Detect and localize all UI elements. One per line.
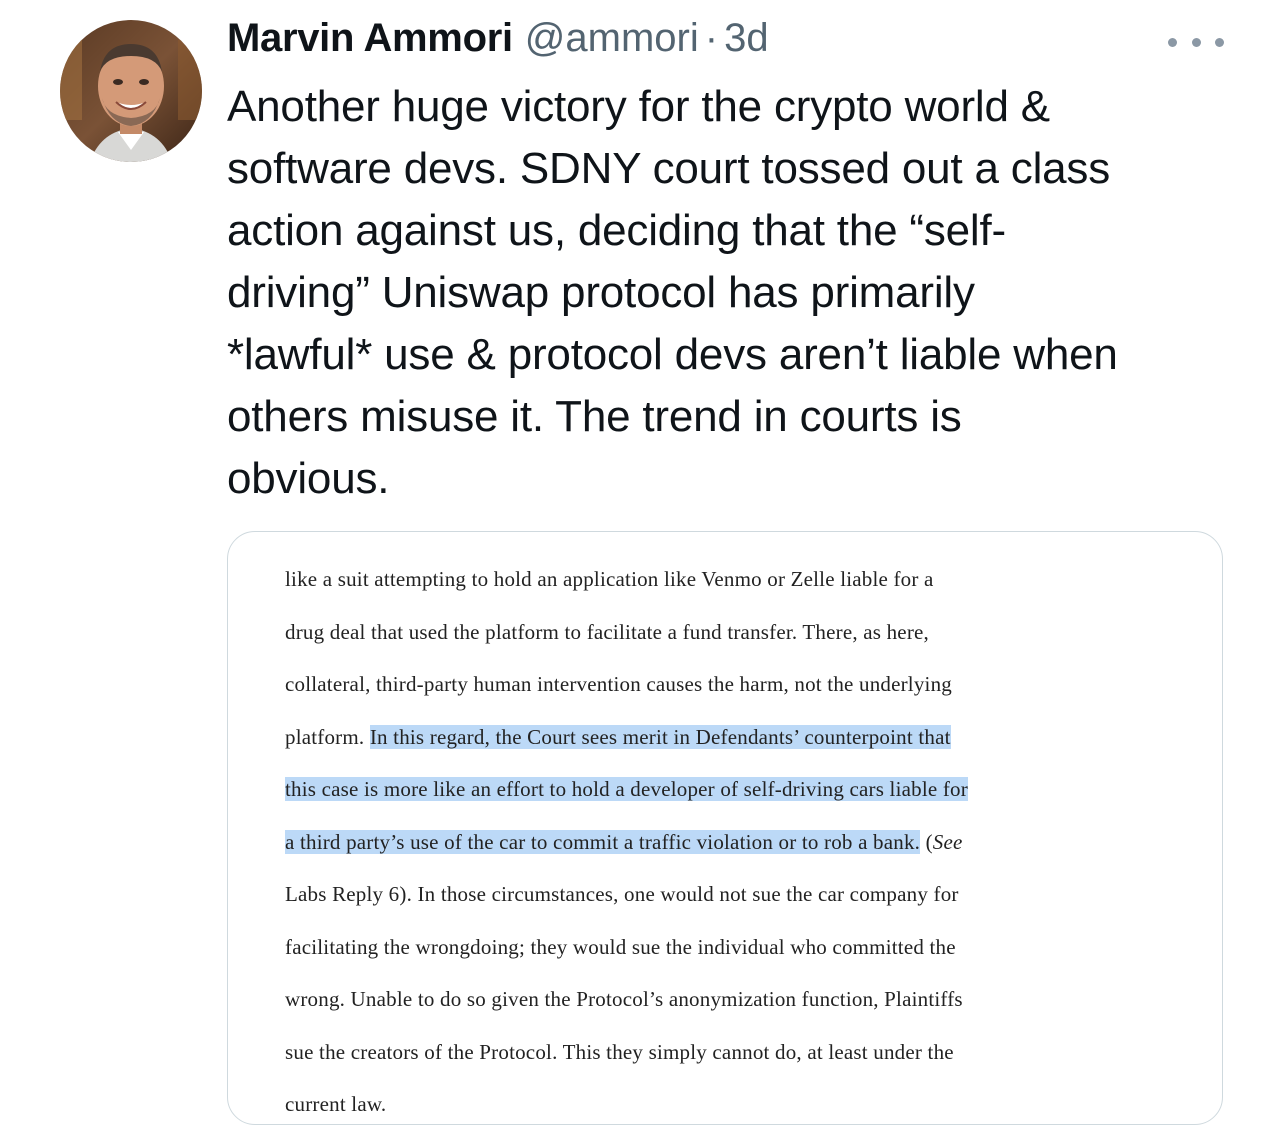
more-dot (1215, 37, 1224, 47)
document-line: like a suit attempting to hold an applic… (285, 562, 1185, 615)
document-line: platform. In this regard, the Court sees… (285, 720, 1185, 773)
document-text: Labs Reply 6). In those circumstances, o… (285, 882, 959, 906)
avatar-photo (60, 20, 202, 162)
document-text: ( (920, 829, 933, 854)
tweet-text: Another huge victory for the crypto worl… (227, 82, 1118, 503)
document-line: sue the creators of the Protocol. This t… (285, 1035, 1185, 1088)
document-line: facilitating the wrongdoing; they would … (285, 930, 1185, 983)
document-line: drug deal that used the platform to faci… (285, 615, 1185, 668)
separator-dot: · (704, 16, 719, 60)
tweet-timestamp[interactable]: 3d (724, 16, 769, 61)
highlighted-text: In this regard, the Court sees merit in … (369, 724, 951, 749)
tweet-header: Marvin Ammori @ammori · 3d (227, 16, 769, 68)
document-line: this case is more like an effort to hold… (285, 772, 1185, 825)
document-text: facilitating the wrongdoing; they would … (285, 934, 956, 959)
document-text: sue the creators of the Protocol. This t… (285, 1039, 954, 1064)
document-text: See (932, 829, 963, 854)
document-text: platform. (285, 724, 370, 749)
more-horizontal-icon[interactable] (1168, 30, 1224, 54)
document-line: Labs Reply 6). In those circumstances, o… (285, 877, 1185, 930)
more-dot (1168, 37, 1177, 47)
tweet-media-image[interactable]: like a suit attempting to hold an applic… (227, 531, 1223, 1125)
document-text: collateral, third-party human interventi… (285, 672, 952, 696)
document-text: drug deal that used the platform to faci… (285, 619, 929, 644)
author-handle[interactable]: @ammori (525, 16, 699, 61)
document-text: current law. (285, 1092, 387, 1116)
highlighted-text: this case is more like an effort to hold… (285, 777, 968, 801)
document-text: like a suit attempting to hold an applic… (285, 567, 934, 591)
document-line: collateral, third-party human interventi… (285, 667, 1185, 720)
document-text: wrong. Unable to do so given the Protoco… (285, 987, 963, 1011)
document-line: current law. (285, 1087, 1185, 1124)
document-line: wrong. Unable to do so given the Protoco… (285, 982, 1185, 1035)
author-display-name[interactable]: Marvin Ammori (227, 16, 513, 61)
highlighted-text: a third party’s use of the car to commit… (285, 829, 921, 854)
court-document-excerpt: like a suit attempting to hold an applic… (285, 562, 1185, 1124)
avatar[interactable] (60, 20, 202, 162)
more-dot (1191, 37, 1201, 47)
document-line: a third party’s use of the car to commit… (285, 825, 1185, 878)
